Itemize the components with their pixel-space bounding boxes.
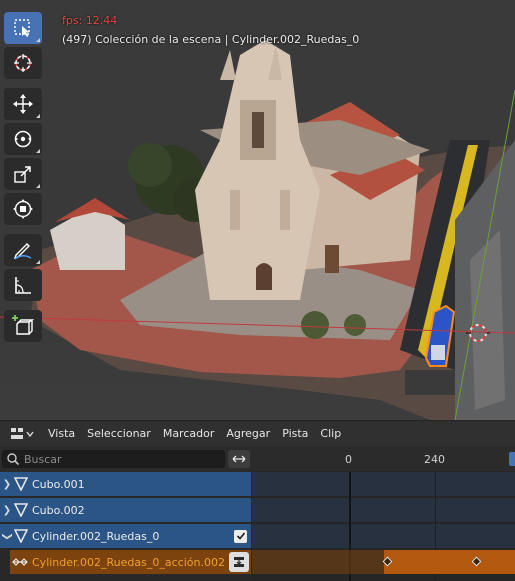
track-lane [252, 472, 515, 496]
mesh-object-icon [14, 529, 28, 543]
nla-timeline[interactable]: 0 240 [252, 446, 515, 581]
add-cube-tool[interactable] [4, 310, 42, 342]
expand-arrow-icon[interactable]: ❯ [0, 505, 14, 516]
frame-ruler[interactable]: 0 240 [252, 446, 515, 472]
menu-vista[interactable]: Vista [42, 421, 81, 447]
cursor-icon [14, 54, 32, 72]
channel-label: Cubo.002 [32, 503, 85, 517]
transform-tool[interactable] [4, 193, 42, 225]
add-cube-icon [12, 315, 35, 335]
annotate-tool[interactable] [4, 234, 42, 266]
track-lane [252, 498, 515, 522]
move-icon [13, 94, 33, 114]
push-down-icon [234, 557, 244, 567]
select-box-icon [14, 19, 30, 37]
measure-tool[interactable] [4, 269, 42, 301]
menu-seleccionar[interactable]: Seleccionar [81, 421, 157, 447]
strip-area[interactable] [252, 472, 515, 581]
action-channel-row[interactable]: Cylinder.002_Ruedas_0_acción.002 [10, 550, 251, 574]
swap-arrows-icon [232, 455, 246, 463]
menu-clip[interactable]: Clip [314, 421, 347, 447]
editor-menubar: Vista Seleccionar Marcador Agregar Pista… [0, 420, 515, 446]
action-strip[interactable] [384, 550, 515, 574]
channel-row[interactable]: ❯ Cylinder.002_Ruedas_0 [0, 524, 251, 548]
nla-editor-icon [11, 427, 34, 439]
measure-icon [15, 277, 31, 294]
collapse-arrow-icon[interactable]: ❯ [2, 529, 13, 543]
current-frame-marker[interactable] [509, 452, 515, 466]
track-lane [252, 524, 515, 548]
editor-type-selector[interactable] [6, 424, 38, 444]
channel-label: Cylinder.002_Ruedas_0_acción.002 [32, 555, 225, 569]
3d-viewport[interactable]: fps: 12.44 (497) Colección de la escena … [0, 0, 515, 420]
expand-arrow-icon[interactable]: ❯ [0, 479, 14, 490]
search-box[interactable] [2, 450, 225, 468]
search-input[interactable] [24, 452, 214, 466]
channel-enable-checkbox[interactable] [234, 529, 247, 543]
channel-row[interactable]: ❯ Cubo.001 [0, 472, 251, 496]
rotate-tool[interactable] [4, 123, 42, 155]
channel-list: ❯ Cubo.001 ❯ Cubo.002 ❯ Cylinder.002_Rue… [0, 446, 252, 581]
channel-row[interactable]: ❯ Cubo.002 [0, 498, 251, 522]
transform-icon [13, 199, 33, 219]
rotate-icon [14, 130, 32, 148]
annotate-icon [13, 243, 32, 260]
channel-label: Cylinder.002_Ruedas_0 [32, 529, 160, 543]
mesh-object-icon [14, 477, 28, 491]
push-down-action-button[interactable] [229, 552, 249, 572]
scale-icon [14, 166, 31, 183]
fps-counter: fps: 12.44 [62, 14, 118, 27]
frame-tick-label: 240 [424, 453, 445, 466]
mesh-object-icon [14, 503, 28, 517]
action-icon [12, 558, 28, 566]
search-icon [7, 453, 20, 466]
checkmark-icon [236, 532, 245, 540]
nla-editor: Vista Seleccionar Marcador Agregar Pista… [0, 420, 515, 581]
collection-info: (497) Colección de la escena | Cylinder.… [62, 33, 360, 46]
frame-tick-label: 0 [345, 453, 352, 466]
menu-marcador[interactable]: Marcador [157, 421, 221, 447]
move-tool[interactable] [4, 88, 42, 120]
menu-pista[interactable]: Pista [276, 421, 314, 447]
scene-render [0, 40, 515, 420]
search-row [0, 446, 252, 472]
menu-agregar[interactable]: Agregar [220, 421, 276, 447]
swap-filter-button[interactable] [228, 450, 250, 468]
cursor-tool[interactable] [4, 47, 42, 79]
channel-label: Cubo.001 [32, 477, 85, 491]
tool-shelf [4, 12, 44, 345]
select-box-tool[interactable] [4, 12, 42, 44]
scale-tool[interactable] [4, 158, 42, 190]
